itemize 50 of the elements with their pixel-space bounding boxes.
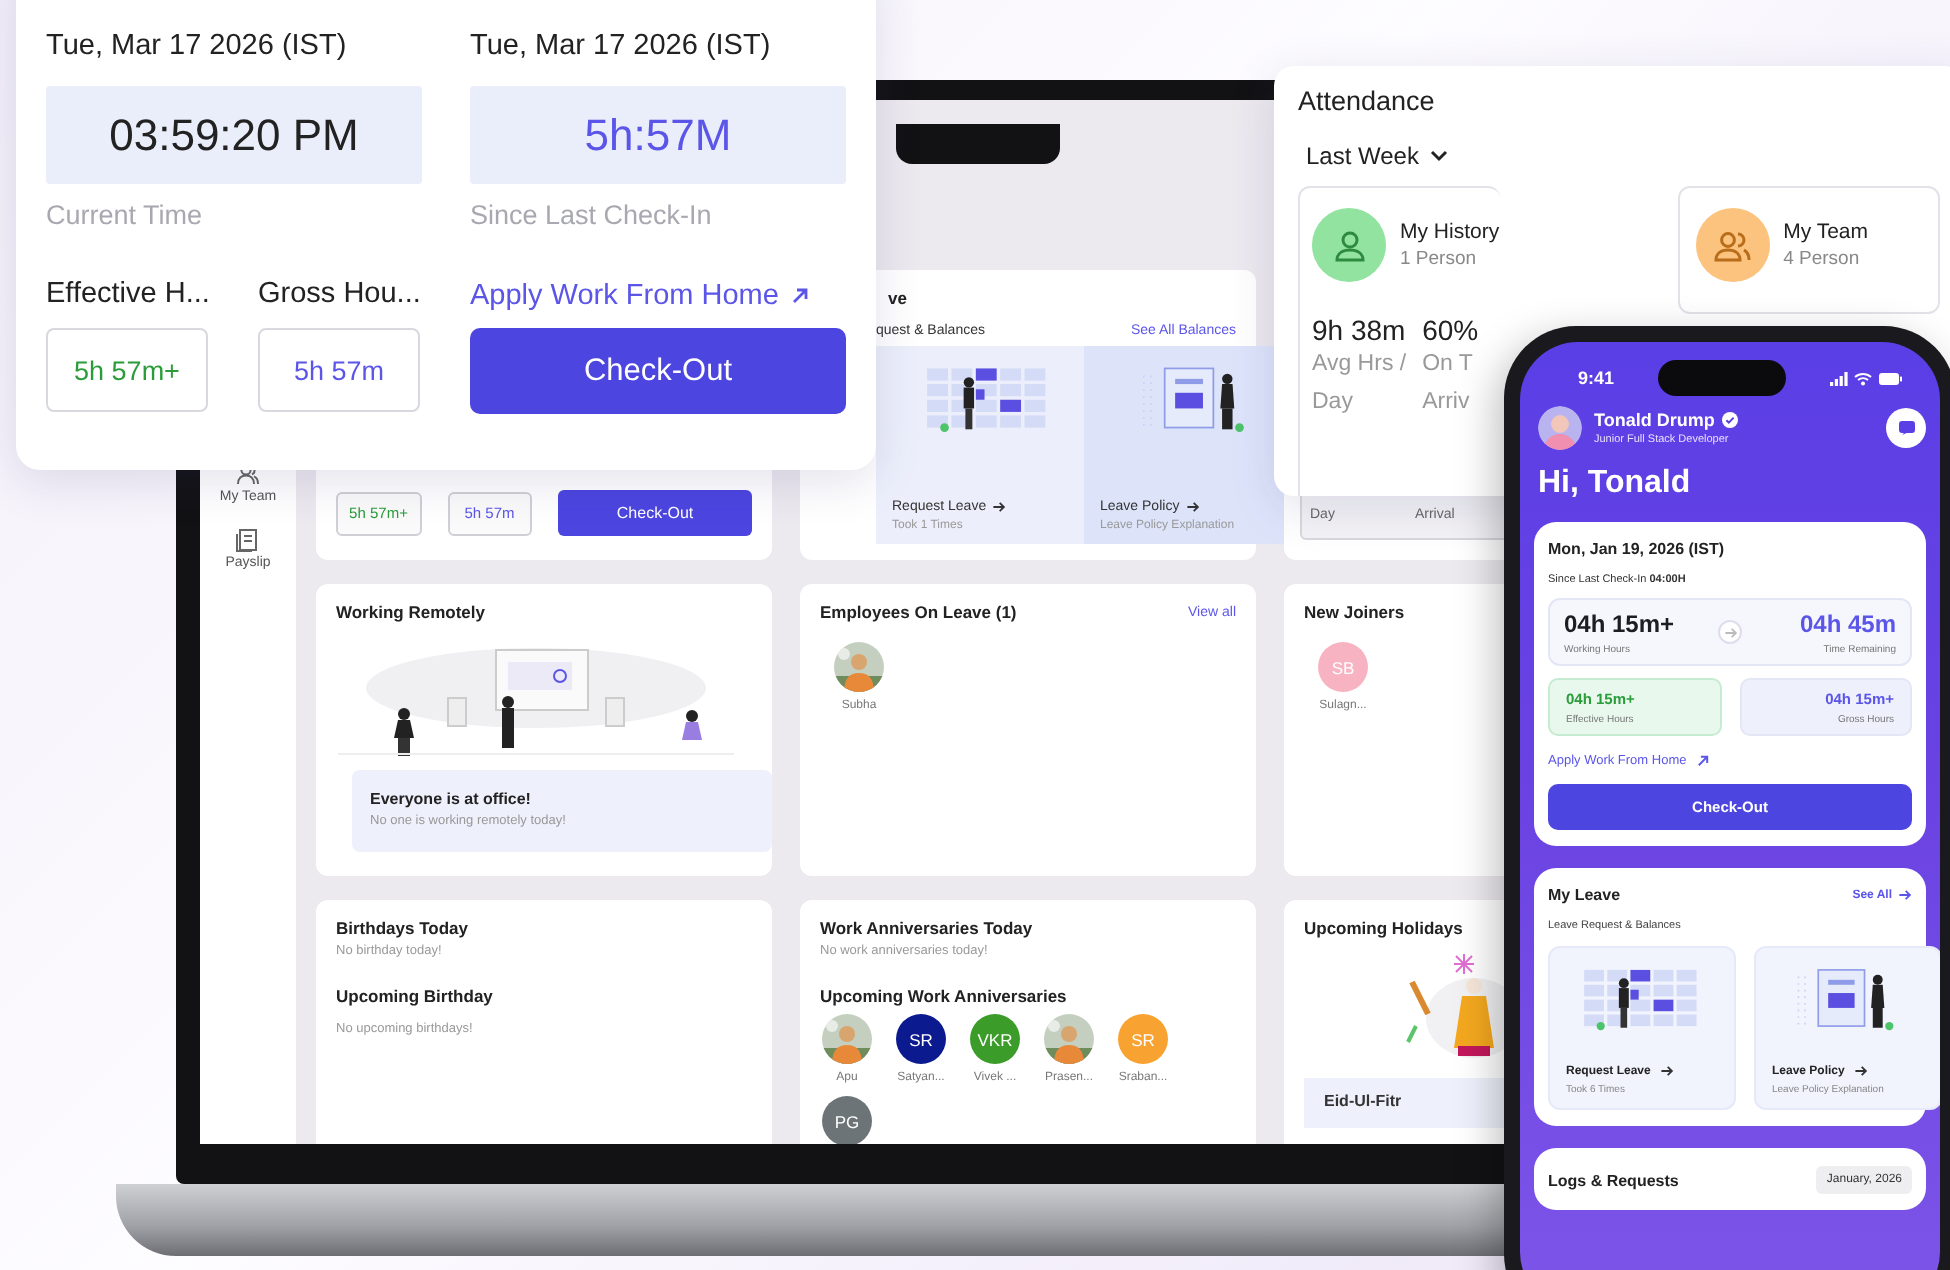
gross-hours-value: 5h 57m bbox=[258, 328, 420, 412]
avatar: SR bbox=[896, 1014, 946, 1064]
avatar: SB bbox=[1318, 642, 1368, 692]
card-title: Birthdays Today bbox=[336, 918, 470, 938]
greeting: Hi, Tonald bbox=[1538, 466, 1693, 502]
stat-value: 9h 38m bbox=[1312, 314, 1407, 346]
avatar: SR bbox=[1118, 1014, 1168, 1064]
card-title: Employees On Leave (1) bbox=[820, 602, 1017, 622]
card-title: Upcoming Birthday bbox=[336, 986, 495, 1006]
card-title: Upcoming Work Anniversaries bbox=[820, 986, 1069, 1006]
stat-label: Arriv bbox=[1422, 388, 1472, 418]
user-name: Tonald Drump bbox=[1594, 410, 1715, 430]
date-label: Tue, Mar 17 2026 (IST) bbox=[46, 30, 349, 64]
card-title: New Joiners bbox=[1304, 602, 1407, 622]
stat-label: Avg Hrs / bbox=[1312, 350, 1407, 380]
card-title: Logs & Requests bbox=[1548, 1171, 1679, 1189]
card-title: Attendance bbox=[1298, 86, 1437, 116]
group-title: My Team bbox=[1783, 220, 1868, 244]
effective-hours-label: Effective H... bbox=[46, 278, 208, 312]
time-caption: Since Last Check-In bbox=[470, 200, 714, 230]
working-hours-value: 04h 15m+ bbox=[1564, 609, 1677, 637]
card-title: Work Anniversaries Today bbox=[820, 918, 1035, 938]
card-title: My Leave bbox=[1548, 886, 1621, 904]
check-out-button[interactable]: Check-Out bbox=[470, 328, 846, 414]
current-time-value: 03:59:20 PM bbox=[46, 86, 422, 184]
avatar: PG bbox=[822, 1096, 872, 1144]
work-from-home-link[interactable]: Apply Work From Home bbox=[470, 278, 846, 312]
stat-label: Day bbox=[1312, 388, 1355, 418]
card-title: Upcoming Holidays bbox=[1304, 918, 1465, 938]
message-title: Everyone is at office! bbox=[370, 790, 533, 808]
elapsed-time-value: 5h:57M bbox=[470, 86, 846, 184]
card-title: ve bbox=[886, 288, 909, 308]
check-in-date: Mon, Jan 19, 2026 (IST) bbox=[1548, 540, 1727, 558]
check-out-button[interactable]: Check-Out bbox=[558, 490, 752, 536]
period-dropdown[interactable]: Last Week bbox=[1298, 142, 1457, 170]
stat-value: 60% bbox=[1422, 314, 1479, 346]
time-caption: Current Time bbox=[46, 200, 205, 230]
effective-hours-value: 5h 57m+ bbox=[46, 328, 208, 412]
time-remaining-value: 04h 45m bbox=[1799, 609, 1896, 637]
group-count: 1 Person bbox=[1400, 248, 1479, 270]
group-count: 4 Person bbox=[1783, 248, 1862, 270]
date-label: Tue, Mar 17 2026 (IST) bbox=[470, 30, 773, 64]
attendance-tile[interactable]: My History 1 Person 9h 38m Avg Hrs / Day 60% On T Arriv bbox=[1298, 186, 1500, 496]
avatar: VKR bbox=[970, 1014, 1020, 1064]
gross-hours-label: Gross Hou... bbox=[258, 278, 420, 312]
clock: 9:41 bbox=[1578, 368, 1615, 388]
stat-label: On T bbox=[1422, 350, 1475, 380]
card-title: Working Remotely bbox=[336, 602, 487, 622]
attendance-tile[interactable]: My Team 4 Person bbox=[1677, 186, 1940, 314]
group-title: My History bbox=[1400, 220, 1500, 244]
